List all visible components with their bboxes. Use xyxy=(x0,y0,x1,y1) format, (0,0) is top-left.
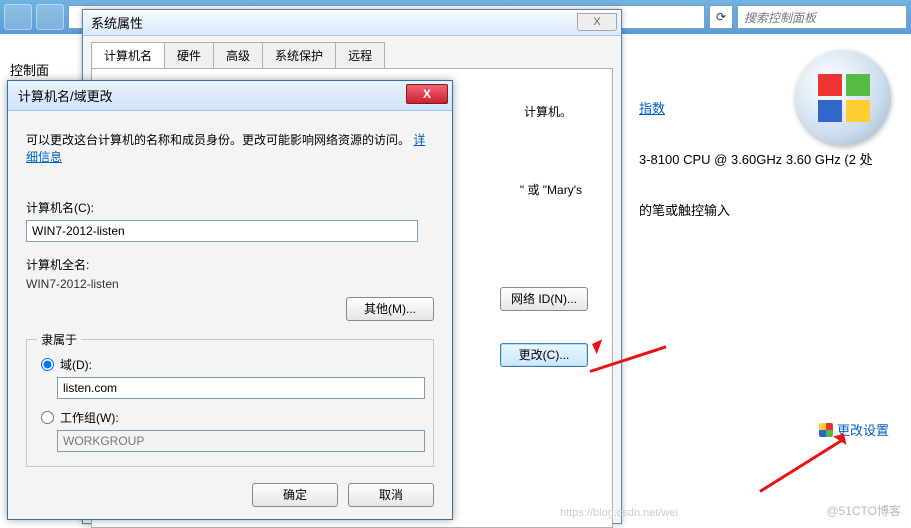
member-of-group: 隶属于 域(D): 工作组(W): xyxy=(26,339,434,467)
refresh-button[interactable]: ⟳ xyxy=(709,5,733,29)
tab-computer-name[interactable]: 计算机名 xyxy=(91,42,165,68)
cpu-text: 3-8100 CPU @ 3.60GHz 3.60 GHz (2 处 xyxy=(639,149,901,168)
other-button[interactable]: 其他(M)... xyxy=(346,297,434,321)
full-name-value: WIN7-2012-listen xyxy=(26,277,434,291)
change-settings-label: 更改设置 xyxy=(837,420,889,439)
tab-remote[interactable]: 远程 xyxy=(335,42,385,68)
workgroup-radio-label: 工作组(W): xyxy=(60,409,119,426)
tab-system-protection[interactable]: 系统保护 xyxy=(262,42,336,68)
sidebar-label: 控制面 xyxy=(10,60,49,79)
workgroup-radio[interactable] xyxy=(41,411,54,424)
pen-text: 的笔或触控输入 xyxy=(639,200,901,219)
desc-fragment-2: " 或 "Mary's xyxy=(520,181,582,198)
domain-input[interactable] xyxy=(57,377,425,399)
system-properties-title: 系统属性 xyxy=(91,13,143,32)
workgroup-input xyxy=(57,430,425,452)
search-input[interactable]: 搜索控制面板 xyxy=(737,5,907,29)
domain-radio[interactable] xyxy=(41,358,54,371)
change-button[interactable]: 更改(C)... xyxy=(500,343,588,367)
name-dialog-body: 可以更改这台计算机的名称和成员身份。更改可能影响网络资源的访问。 详细信息 计算… xyxy=(8,111,452,481)
nav-fwd-button[interactable] xyxy=(36,4,64,30)
annotation-arrow-2 xyxy=(759,437,845,493)
sysprops-close-button[interactable]: X xyxy=(577,13,617,31)
shield-icon xyxy=(819,423,833,437)
name-dialog-title: 计算机名/域更改 xyxy=(18,86,113,105)
system-info-pane: 指数 3-8100 CPU @ 3.60GHz 3.60 GHz (2 处 的笔… xyxy=(629,50,911,267)
change-settings-link[interactable]: 更改设置 xyxy=(819,420,889,439)
system-properties-titlebar[interactable]: 系统属性 X xyxy=(83,10,621,36)
desc-fragment-1: 计算机。 xyxy=(524,103,572,120)
cancel-button[interactable]: 取消 xyxy=(348,483,434,507)
tab-hardware[interactable]: 硬件 xyxy=(164,42,214,68)
name-dialog-desc: 可以更改这台计算机的名称和成员身份。更改可能影响网络资源的访问。 详细信息 xyxy=(26,131,434,165)
sysprops-tabs: 计算机名 硬件 高级 系统保护 远程 xyxy=(83,36,621,68)
computer-name-input[interactable] xyxy=(26,220,418,242)
network-id-button[interactable]: 网络 ID(N)... xyxy=(500,287,588,311)
nav-back-button[interactable] xyxy=(4,4,32,30)
watermark-51cto: @51CTO博客 xyxy=(826,502,901,519)
domain-radio-label: 域(D): xyxy=(60,356,92,373)
name-dialog-titlebar[interactable]: 计算机名/域更改 X xyxy=(8,81,452,111)
name-dialog-close-button[interactable]: X xyxy=(406,84,448,104)
member-of-title: 隶属于 xyxy=(37,331,81,348)
watermark-csdn: https://blog.csdn.net/wei xyxy=(560,507,678,519)
full-name-label: 计算机全名: xyxy=(26,256,434,273)
ok-button[interactable]: 确定 xyxy=(252,483,338,507)
name-dialog-footer: 确定 取消 xyxy=(252,483,434,507)
index-link[interactable]: 指数 xyxy=(639,101,665,116)
computer-name-label: 计算机名(C): xyxy=(26,199,434,216)
name-domain-change-dialog: 计算机名/域更改 X 可以更改这台计算机的名称和成员身份。更改可能影响网络资源的… xyxy=(7,80,453,520)
tab-advanced[interactable]: 高级 xyxy=(213,42,263,68)
